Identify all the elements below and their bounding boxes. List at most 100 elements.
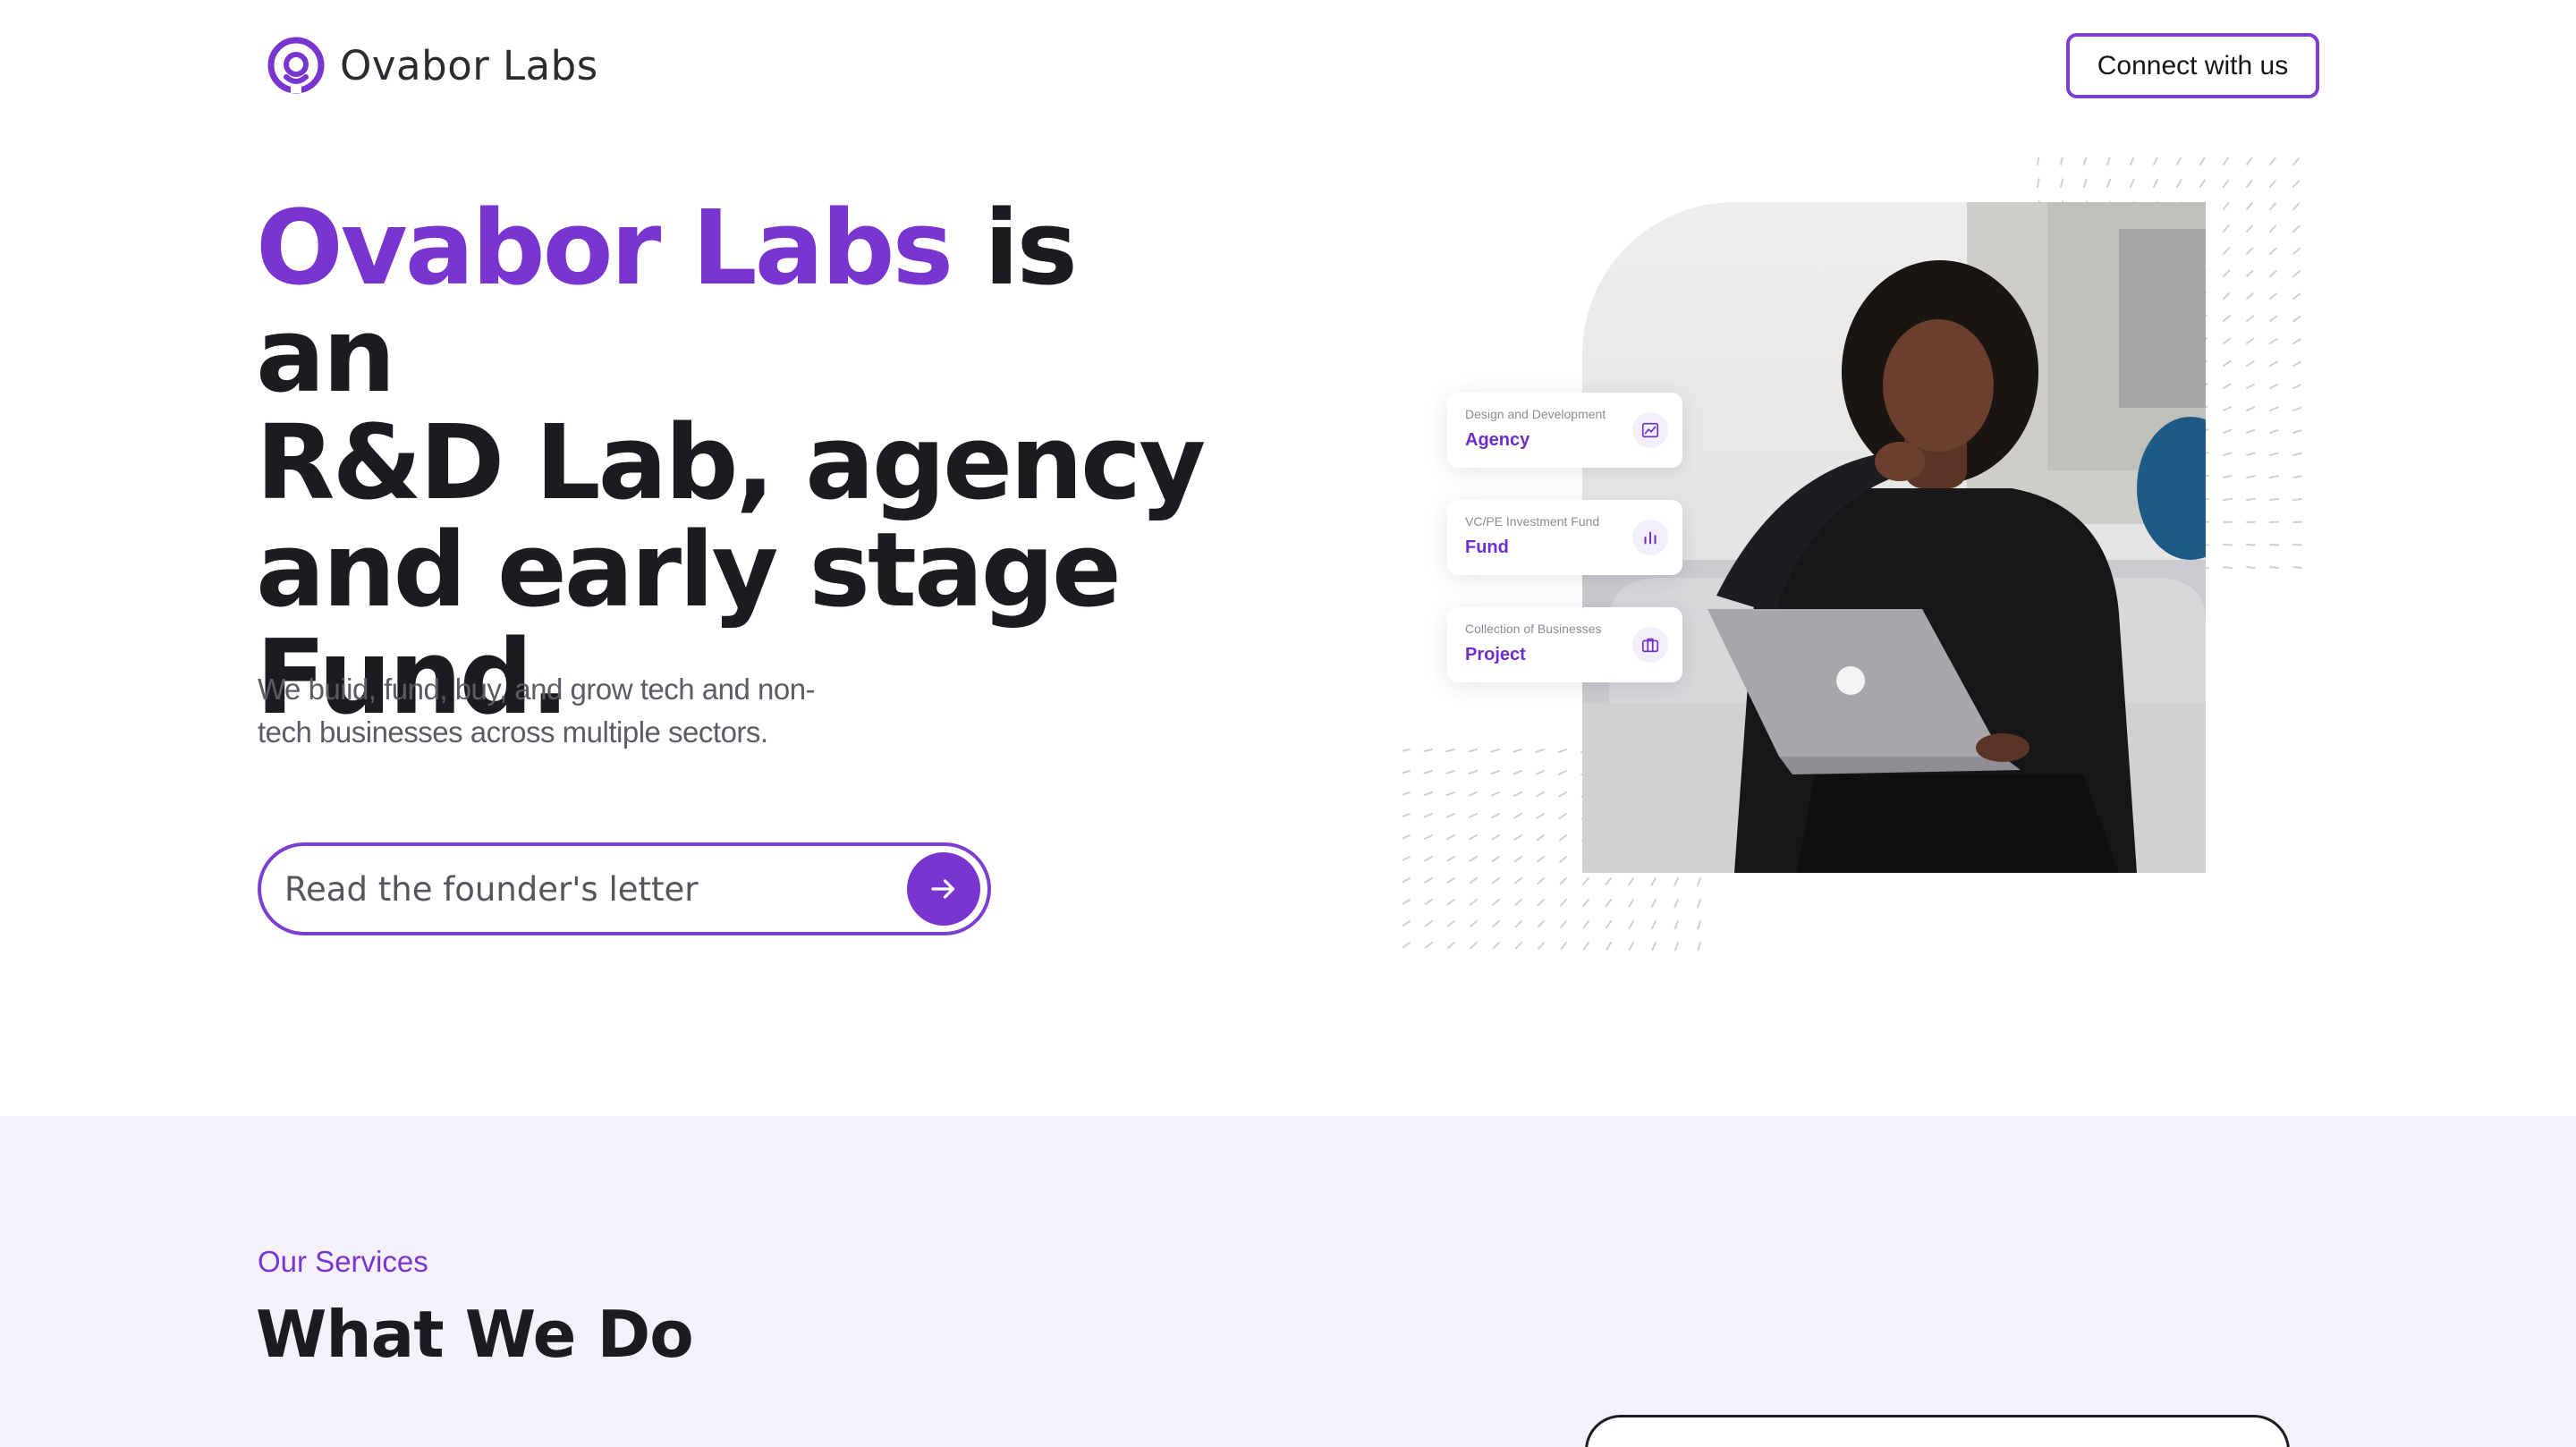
- dash-mark: [1538, 942, 1545, 950]
- dash-mark: [1446, 899, 1455, 906]
- service-card-fund[interactable]: VC/PE Investment Fund Fund: [1447, 500, 1682, 575]
- dash-mark: [1537, 877, 1545, 884]
- dash-mark: [2246, 475, 2256, 478]
- dash-mark: [2246, 406, 2256, 411]
- dash-mark: [1627, 877, 1634, 886]
- dash-mark: [2130, 178, 2135, 188]
- dash-mark: [1558, 834, 1567, 842]
- founders-letter-input[interactable]: [261, 869, 907, 909]
- dash-mark: [1674, 899, 1679, 909]
- dash-mark: [1423, 813, 1433, 818]
- dash-mark: [2246, 315, 2255, 322]
- dash-mark: [1402, 813, 1411, 818]
- dash-mark: [2223, 315, 2231, 322]
- dash-mark: [1469, 877, 1478, 884]
- dash-mark: [2292, 429, 2302, 434]
- dash-mark: [2246, 202, 2253, 210]
- dash-mark: [1514, 877, 1522, 884]
- dash-mark: [2269, 224, 2277, 233]
- service-card-preview[interactable]: [1585, 1415, 2290, 1447]
- dash-mark: [2246, 224, 2254, 233]
- dash-mark: [1513, 813, 1522, 819]
- dash-mark: [1445, 770, 1455, 774]
- dash-mark: [1402, 749, 1411, 752]
- dash-mark: [2269, 270, 2277, 277]
- dash-mark: [1424, 856, 1433, 862]
- dash-mark: [1490, 770, 1500, 775]
- dash-mark: [2083, 178, 2088, 188]
- dash-mark: [1514, 899, 1522, 906]
- dash-mark: [2292, 248, 2301, 255]
- dash-mark: [2269, 292, 2278, 300]
- dash-mark: [2199, 157, 2206, 165]
- dash-mark: [2223, 383, 2232, 389]
- dash-mark: [2292, 498, 2302, 501]
- dash-mark: [1558, 813, 1567, 820]
- dash-mark: [1628, 920, 1634, 929]
- dash-mark: [1491, 856, 1500, 862]
- dash-mark: [2246, 179, 2253, 188]
- services-eyebrow: Our Services: [258, 1245, 428, 1278]
- dash-mark: [1674, 877, 1679, 887]
- dash-mark: [2292, 315, 2301, 322]
- dash-mark: [2246, 157, 2253, 165]
- dash-mark: [2246, 360, 2255, 367]
- dash-mark: [1424, 877, 1433, 884]
- connect-button[interactable]: Connect with us: [2066, 33, 2319, 98]
- founders-letter-submit-button[interactable]: [907, 852, 980, 926]
- dash-mark: [1582, 920, 1589, 929]
- dash-mark: [2223, 475, 2233, 478]
- dash-mark: [1513, 791, 1522, 797]
- service-card-agency[interactable]: Design and Development Agency: [1447, 393, 1682, 468]
- dash-mark: [1445, 813, 1455, 818]
- dash-mark: [1424, 920, 1433, 927]
- dash-mark: [1402, 942, 1411, 949]
- dash-mark: [1424, 899, 1433, 905]
- dash-mark: [2223, 428, 2233, 434]
- dash-mark: [2223, 247, 2230, 255]
- services-section: [0, 1116, 2576, 1447]
- dash-mark: [1606, 942, 1612, 951]
- founders-letter-field[interactable]: [258, 842, 991, 935]
- dash-mark: [2106, 178, 2112, 188]
- dash-mark: [1581, 877, 1589, 885]
- dash-mark: [1582, 899, 1589, 907]
- service-card-project[interactable]: Collection of Businesses Project: [1447, 607, 1682, 682]
- dash-mark: [2269, 497, 2279, 501]
- dash-mark: [1423, 770, 1433, 774]
- dash-mark: [1628, 942, 1634, 951]
- dash-mark: [1468, 749, 1478, 753]
- dash-mark: [1423, 834, 1433, 840]
- logo-link[interactable]: Ovabor Labs: [265, 34, 598, 97]
- dash-mark: [2060, 178, 2064, 188]
- dash-mark: [1424, 942, 1433, 949]
- dash-mark: [2292, 566, 2302, 569]
- dash-mark: [2223, 405, 2233, 411]
- dash-mark: [1514, 942, 1522, 950]
- dash-mark: [2292, 157, 2300, 165]
- dash-mark: [1446, 920, 1455, 927]
- dash-mark: [1468, 791, 1478, 797]
- dash-mark: [2292, 360, 2301, 367]
- dash-mark: [2130, 157, 2135, 165]
- dash-mark: [1402, 770, 1411, 774]
- dash-mark: [2246, 269, 2254, 277]
- dash-mark: [1423, 791, 1433, 796]
- dash-mark: [2292, 384, 2302, 389]
- dash-mark: [1537, 920, 1545, 928]
- dash-mark: [2269, 475, 2279, 478]
- hero-title-line-2: R&D Lab, agency: [256, 403, 1206, 523]
- dash-mark: [2269, 180, 2276, 188]
- dash-mark: [1402, 834, 1411, 840]
- dash-mark: [1697, 942, 1701, 952]
- dash-mark: [1582, 942, 1589, 951]
- dash-mark: [2292, 338, 2301, 344]
- dash-mark: [2223, 360, 2232, 367]
- dash-mark: [2292, 270, 2301, 277]
- dash-mark: [1491, 877, 1500, 884]
- hero-title-accent: Ovabor Labs: [256, 189, 953, 309]
- dash-mark: [1558, 791, 1567, 798]
- dash-mark: [2246, 497, 2256, 501]
- dash-mark: [2292, 292, 2301, 300]
- dash-mark: [1557, 770, 1567, 775]
